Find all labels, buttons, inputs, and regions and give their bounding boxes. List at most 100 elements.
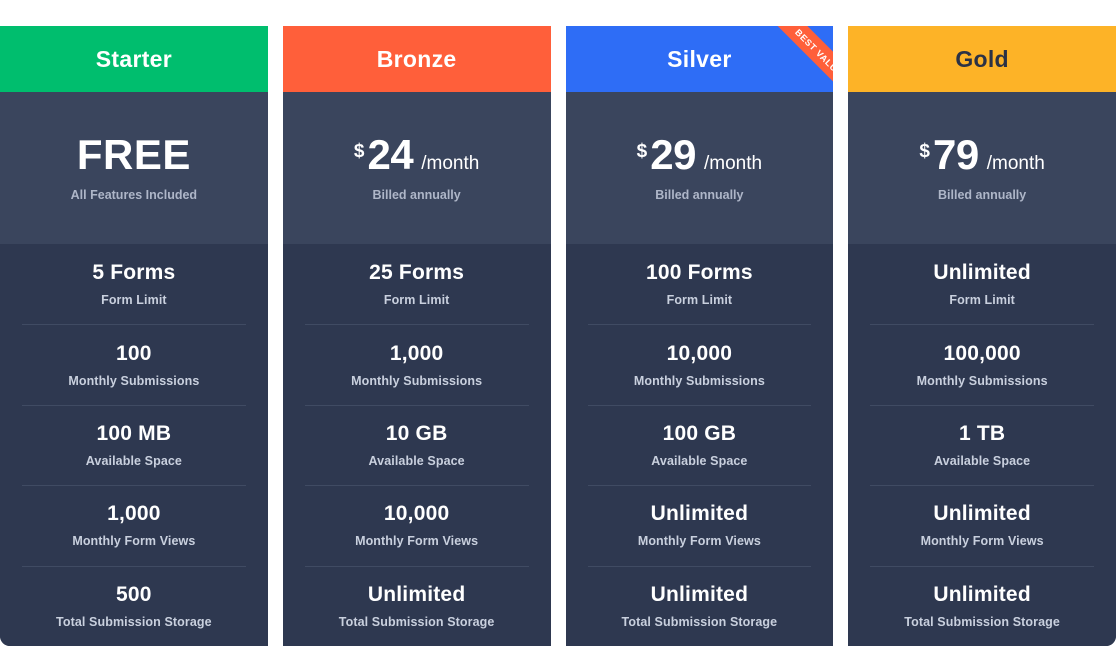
ribbon-band: BEST VALUE (767, 26, 834, 92)
plan-price-starter: FREE All Features Included (0, 92, 268, 244)
feature-label: Total Submission Storage (338, 614, 495, 629)
feature-row: 5 Forms Form Limit (0, 244, 268, 324)
feature-row: 100 MB Available Space (0, 404, 268, 485)
feature-value: 1,000 (389, 341, 444, 365)
feature-value: 100 Forms (645, 261, 753, 285)
feature-row: 25 Forms Form Limit (283, 244, 551, 324)
price-line-starter: FREE (77, 134, 191, 176)
price-period-bronze: /month (421, 153, 480, 174)
price-note-silver: Billed annually (655, 188, 744, 202)
feature-label: Monthly Form Views (920, 534, 1044, 549)
price-note-starter: All Features Included (70, 188, 198, 202)
plan-columns: Starter FREE All Features Included 5 For… (0, 0, 1116, 646)
feature-value: 10,000 (666, 341, 733, 365)
feature-label: Total Submission Storage (621, 614, 778, 629)
best-value-ribbon: BEST VALUE (753, 26, 834, 92)
plan-price-silver: $ 29 /month Billed annually (565, 92, 834, 244)
feature-value: Unlimited (650, 502, 749, 526)
feature-value: 1 TB (958, 421, 1006, 445)
pricing-table: Starter FREE All Features Included 5 For… (0, 0, 1116, 646)
plan-header-silver: Silver BEST VALUE (565, 26, 834, 92)
feature-row: Unlimited Monthly Form Views (848, 485, 1116, 565)
feature-list-bronze: 25 Forms Form Limit 1,000 Monthly Submis… (282, 244, 551, 646)
price-currency-gold: $ (919, 141, 930, 162)
feature-row: 10 GB Available Space (283, 404, 551, 485)
plan-name-starter: Starter (95, 45, 172, 72)
plan-name-gold: Gold (955, 45, 1009, 72)
feature-row: 100 Forms Form Limit (566, 244, 834, 324)
feature-list-silver: 100 Forms Form Limit 10,000 Monthly Subm… (565, 244, 834, 646)
price-period-gold: /month (986, 153, 1045, 174)
feature-label: Total Submission Storage (904, 614, 1060, 629)
feature-value: 5 Forms (92, 261, 176, 285)
feature-value: 100 (116, 341, 152, 365)
feature-value: 10 GB (385, 421, 448, 445)
feature-value: 500 (116, 582, 152, 606)
price-currency-bronze: $ (353, 141, 365, 162)
feature-label: Available Space (368, 454, 465, 469)
feature-row: Unlimited Total Submission Storage (566, 565, 834, 646)
feature-label: Monthly Submissions (633, 373, 765, 388)
plan-card-silver[interactable]: Silver BEST VALUE $ 29 /month Billed ann… (565, 26, 834, 646)
plan-card-starter[interactable]: Starter FREE All Features Included 5 For… (0, 26, 268, 646)
feature-label: Form Limit (666, 293, 733, 308)
feature-value: 100,000 (943, 341, 1021, 365)
plan-card-bronze[interactable]: Bronze $ 24 /month Billed annually 25 Fo… (282, 26, 551, 646)
feature-row: 100 GB Available Space (566, 404, 834, 485)
price-amount-starter: FREE (76, 131, 191, 178)
feature-value: 100 GB (662, 421, 737, 445)
plan-header-bronze: Bronze (282, 26, 551, 92)
feature-label: Monthly Submissions (68, 373, 200, 388)
price-currency-silver: $ (636, 141, 648, 162)
feature-label: Form Limit (101, 293, 167, 308)
feature-label: Monthly Form Views (637, 534, 761, 549)
feature-label: Available Space (85, 454, 182, 469)
feature-value: Unlimited (933, 582, 1031, 606)
feature-value: 25 Forms (369, 261, 465, 285)
feature-label: Form Limit (383, 293, 450, 308)
plan-header-gold: Gold (848, 26, 1116, 92)
feature-value: 1,000 (107, 502, 161, 526)
plan-name-bronze: Bronze (376, 45, 457, 72)
price-line-gold: $ 79 /month (919, 134, 1044, 176)
feature-label: Form Limit (949, 293, 1015, 308)
feature-value: 10,000 (383, 502, 450, 526)
price-note-bronze: Billed annually (372, 188, 461, 202)
feature-row: Unlimited Monthly Form Views (566, 485, 834, 565)
feature-row: Unlimited Total Submission Storage (283, 565, 551, 646)
ribbon-label: BEST VALUE (793, 26, 834, 79)
plan-price-bronze: $ 24 /month Billed annually (282, 92, 551, 244)
feature-row: 10,000 Monthly Submissions (566, 324, 834, 404)
feature-row: Unlimited Form Limit (848, 244, 1116, 324)
feature-row: 100,000 Monthly Submissions (848, 324, 1116, 404)
price-amount-gold: 79 (933, 131, 979, 178)
price-amount-bronze: 24 (367, 131, 414, 178)
feature-label: Available Space (651, 454, 748, 469)
feature-row: Unlimited Total Submission Storage (848, 565, 1116, 646)
feature-value: Unlimited (933, 261, 1031, 285)
feature-label: Monthly Submissions (916, 373, 1048, 388)
feature-row: 1,000 Monthly Submissions (283, 324, 551, 404)
feature-row: 10,000 Monthly Form Views (283, 485, 551, 565)
price-period-silver: /month (703, 153, 763, 174)
feature-row: 100 Monthly Submissions (0, 324, 268, 404)
plan-price-gold: $ 79 /month Billed annually (848, 92, 1116, 244)
feature-list-starter: 5 Forms Form Limit 100 Monthly Submissio… (0, 244, 268, 646)
price-line-bronze: $ 24 /month (354, 134, 479, 176)
feature-label: Monthly Form Views (355, 534, 479, 549)
feature-value: 100 MB (96, 421, 172, 445)
feature-label: Available Space (934, 454, 1031, 469)
feature-value: Unlimited (933, 502, 1031, 526)
feature-value: Unlimited (650, 582, 749, 606)
plan-header-starter: Starter (0, 26, 268, 92)
feature-value: Unlimited (367, 582, 466, 606)
feature-row: 500 Total Submission Storage (0, 565, 268, 646)
feature-label: Monthly Submissions (351, 373, 483, 388)
price-amount-silver: 29 (650, 131, 696, 178)
price-note-gold: Billed annually (938, 188, 1027, 202)
plan-card-gold[interactable]: Gold $ 79 /month Billed annually Unlimit… (848, 26, 1116, 646)
feature-row: 1 TB Available Space (848, 404, 1116, 485)
price-line-silver: $ 29 /month (637, 134, 762, 176)
feature-row: 1,000 Monthly Form Views (0, 485, 268, 565)
feature-label: Monthly Form Views (72, 534, 196, 549)
